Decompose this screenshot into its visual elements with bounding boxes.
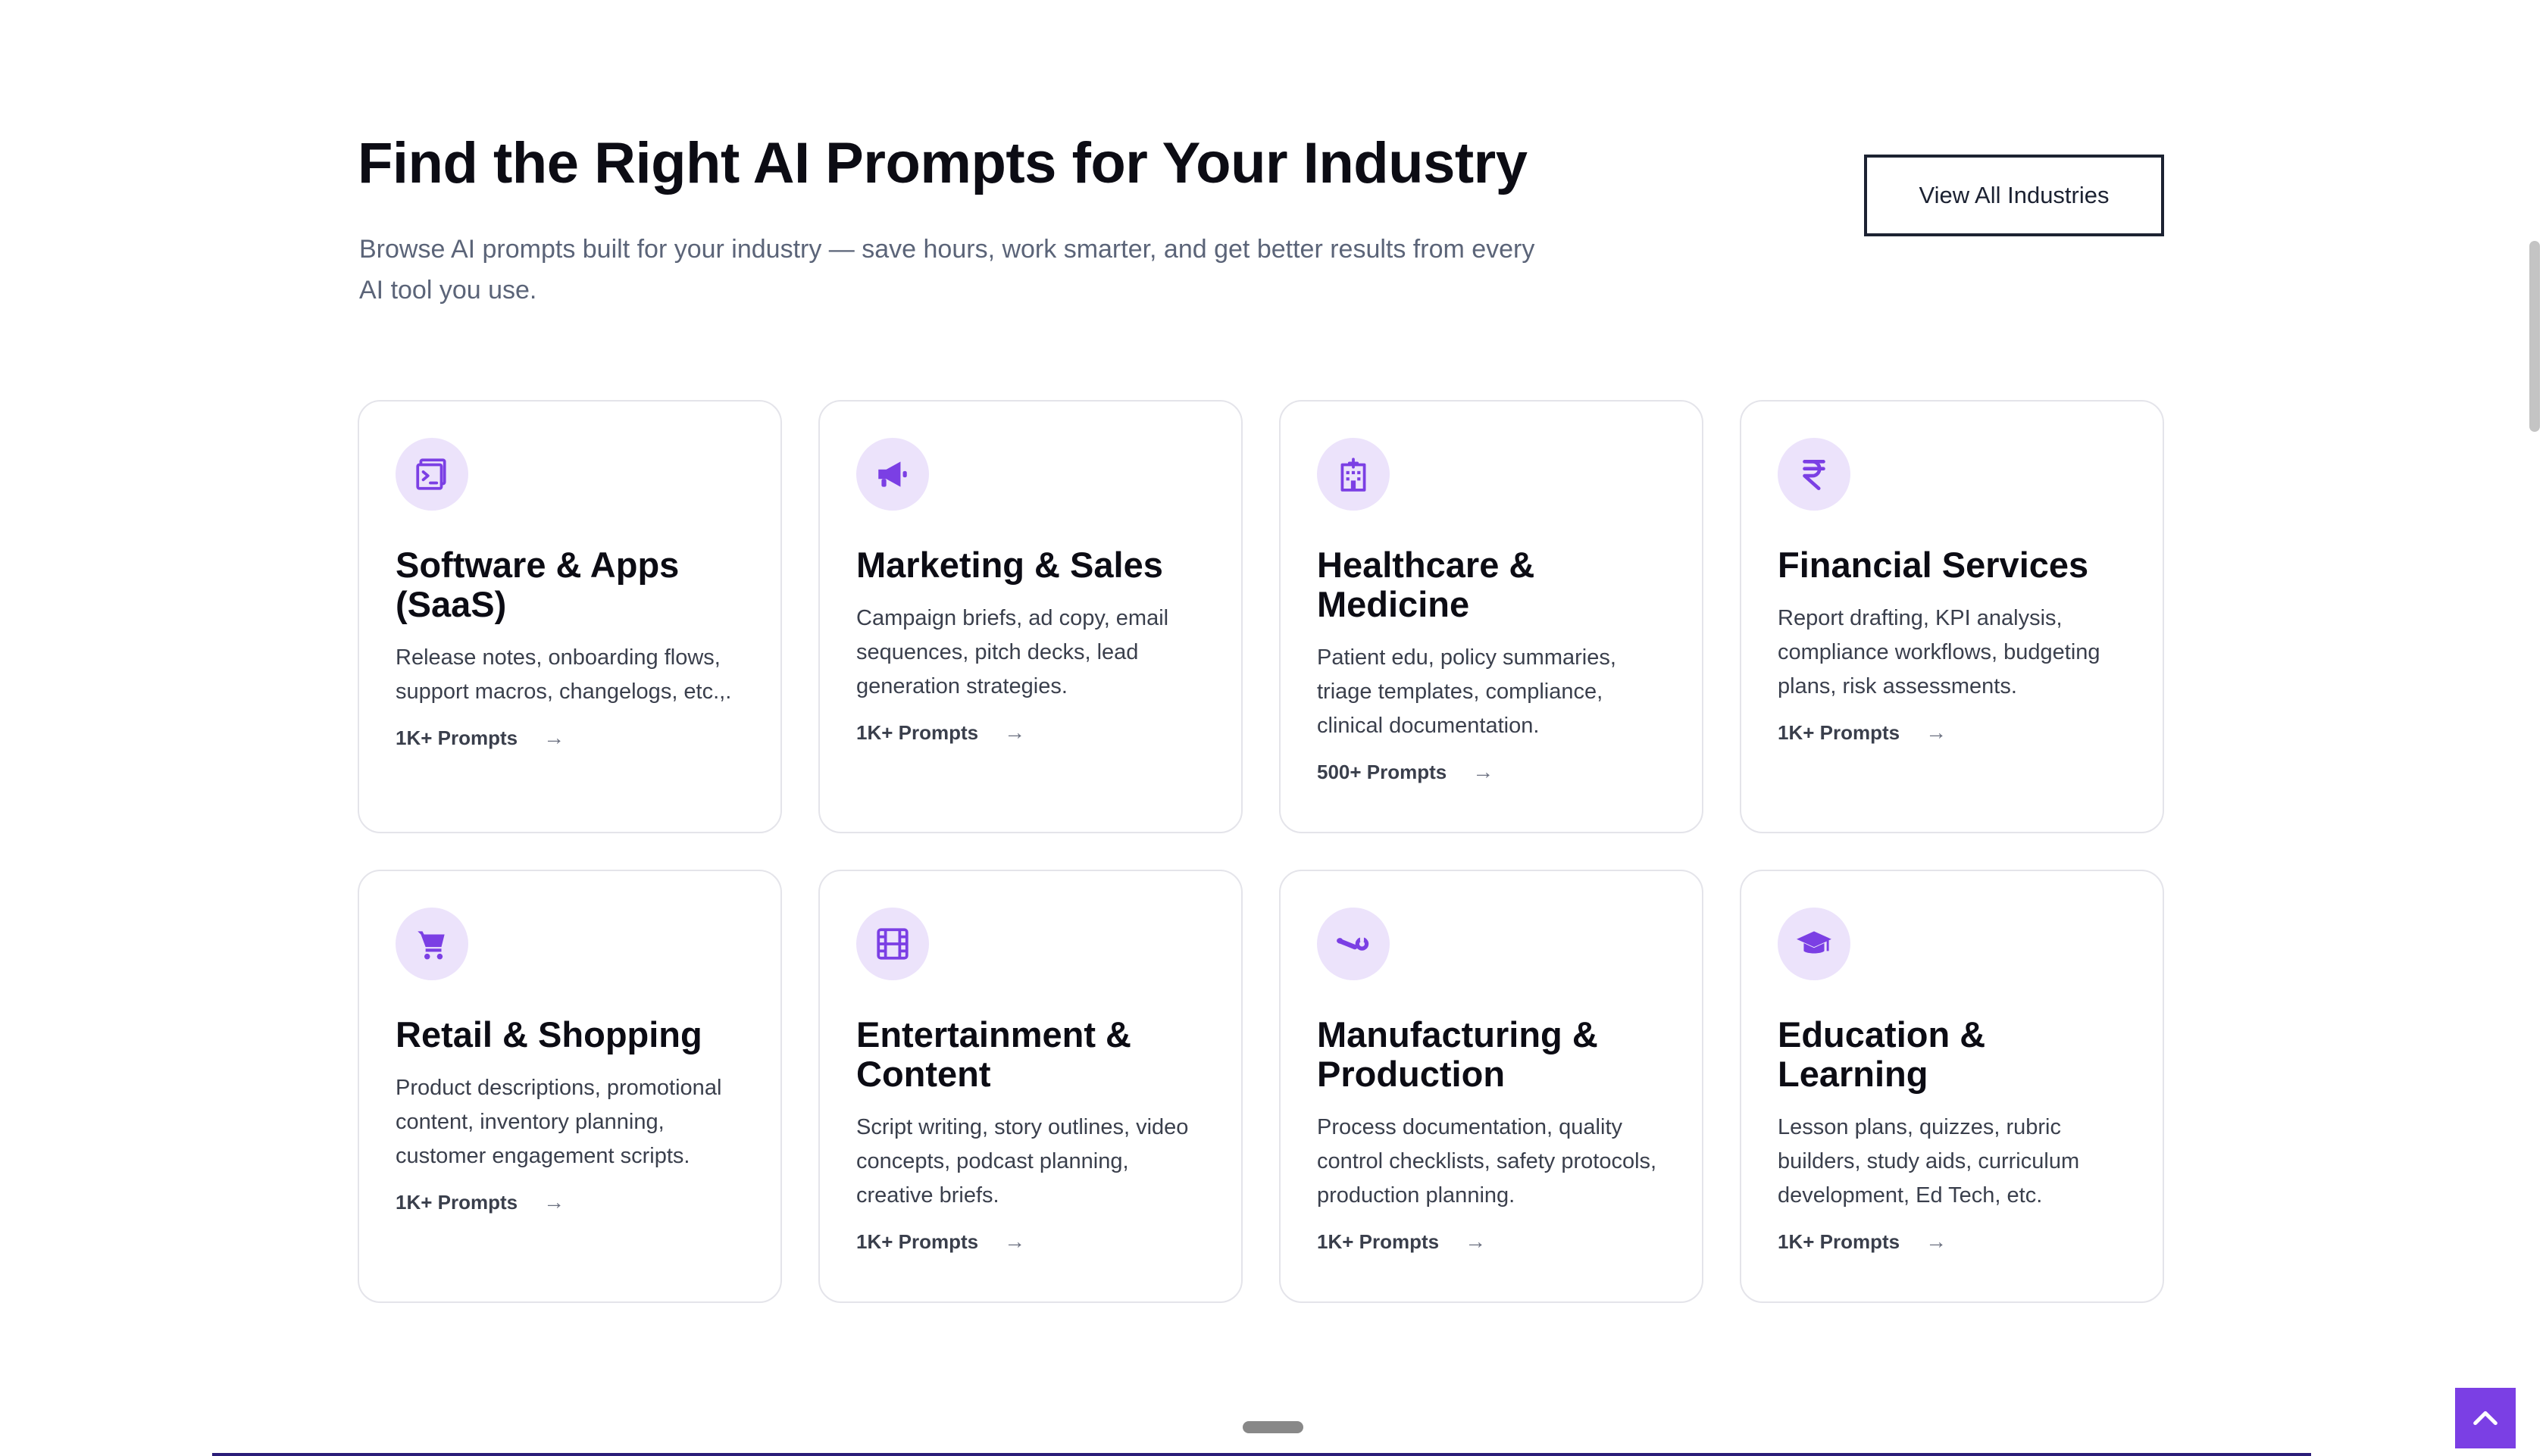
industry-card-healthcare[interactable]: Healthcare & Medicine Patient edu, polic… xyxy=(1279,400,1703,833)
card-title: Entertainment & Content xyxy=(856,1014,1131,1094)
wrench-icon xyxy=(1317,908,1390,980)
industry-card-software[interactable]: Software & Apps (SaaS) Release notes, on… xyxy=(358,400,782,833)
view-all-industries-button[interactable]: View All Industries xyxy=(1864,155,2164,236)
megaphone-icon xyxy=(856,438,929,511)
prompts-count: 500+ Prompts xyxy=(1317,760,1447,783)
card-title: Manufacturing & Production xyxy=(1317,1014,1598,1094)
carousel-indicator[interactable] xyxy=(1243,1421,1303,1433)
shopping-cart-icon xyxy=(396,908,468,980)
film-strip-icon xyxy=(856,908,929,980)
card-title: Retail & Shopping xyxy=(396,1014,702,1055)
prompts-link[interactable]: 500+ Prompts → xyxy=(1317,760,1494,784)
arrow-right-icon: → xyxy=(1925,1229,1947,1253)
prompts-link[interactable]: 1K+ Prompts → xyxy=(1778,720,1947,745)
back-to-top-button[interactable] xyxy=(2455,1388,2516,1448)
prompts-link[interactable]: 1K+ Prompts → xyxy=(396,1190,565,1214)
prompts-count: 1K+ Prompts xyxy=(856,720,979,744)
card-description: Report drafting, KPI analysis, complianc… xyxy=(1778,606,2100,698)
prompts-count: 1K+ Prompts xyxy=(396,1190,518,1214)
arrow-right-icon: → xyxy=(1925,720,1947,744)
prompts-link[interactable]: 1K+ Prompts → xyxy=(1778,1229,1947,1254)
prompts-link[interactable]: 1K+ Prompts → xyxy=(856,1229,1025,1254)
card-description: Lesson plans, quizzes, rubric builders, … xyxy=(1778,1115,2080,1208)
card-title: Financial Services xyxy=(1778,545,2089,585)
arrow-right-icon: → xyxy=(543,1190,565,1214)
prompts-link[interactable]: 1K+ Prompts → xyxy=(856,720,1025,745)
arrow-right-icon: → xyxy=(543,726,565,749)
footer-divider xyxy=(212,1453,2311,1456)
prompts-count: 1K+ Prompts xyxy=(1317,1229,1440,1253)
vertical-scrollbar[interactable] xyxy=(2523,0,2546,1456)
industry-grid: Software & Apps (SaaS) Release notes, on… xyxy=(358,400,2166,1303)
graduation-cap-icon xyxy=(1778,908,1850,980)
chevron-up-icon xyxy=(2473,1411,2498,1426)
arrow-right-icon: → xyxy=(1465,1229,1487,1253)
prompts-link[interactable]: 1K+ Prompts → xyxy=(396,726,565,750)
arrow-right-icon: → xyxy=(1004,720,1026,744)
card-title: Software & Apps (SaaS) xyxy=(396,545,680,624)
section-title: Find the Right AI Prompts for Your Indus… xyxy=(358,131,1528,195)
arrow-right-icon: → xyxy=(1004,1229,1026,1253)
card-description: Process documentation, quality control c… xyxy=(1317,1115,1657,1208)
hospital-building-icon xyxy=(1317,438,1390,511)
card-title: Healthcare & Medicine xyxy=(1317,545,1535,624)
card-description: Campaign briefs, ad copy, email sequence… xyxy=(856,606,1169,698)
card-title: Education & Learning xyxy=(1778,1014,1986,1094)
industry-card-retail[interactable]: Retail & Shopping Product descriptions, … xyxy=(358,870,782,1303)
card-description: Patient edu, policy summaries, triage te… xyxy=(1317,645,1616,738)
card-description: Script writing, story outlines, video co… xyxy=(856,1115,1189,1208)
section-subtitle: Browse AI prompts built for your industr… xyxy=(359,235,1535,305)
prompts-count: 1K+ Prompts xyxy=(856,1229,979,1253)
rupee-icon xyxy=(1778,438,1850,511)
industry-card-financial[interactable]: Financial Services Report drafting, KPI … xyxy=(1740,400,2164,833)
prompts-count: 1K+ Prompts xyxy=(1778,720,1900,744)
prompts-count: 1K+ Prompts xyxy=(1778,1229,1900,1253)
prompts-count: 1K+ Prompts xyxy=(396,726,518,749)
industry-card-education[interactable]: Education & Learning Lesson plans, quizz… xyxy=(1740,870,2164,1303)
card-title: Marketing & Sales xyxy=(856,545,1163,585)
arrow-right-icon: → xyxy=(1472,760,1494,783)
scrollbar-thumb[interactable] xyxy=(2529,241,2540,432)
industry-card-manufacturing[interactable]: Manufacturing & Production Process docum… xyxy=(1279,870,1703,1303)
terminal-window-icon xyxy=(396,438,468,511)
card-description: Release notes, onboarding flows, support… xyxy=(396,645,732,704)
card-description: Product descriptions, promotional conten… xyxy=(396,1076,722,1168)
prompts-link[interactable]: 1K+ Prompts → xyxy=(1317,1229,1486,1254)
industry-card-entertainment[interactable]: Entertainment & Content Script writing, … xyxy=(818,870,1243,1303)
industry-card-marketing[interactable]: Marketing & Sales Campaign briefs, ad co… xyxy=(818,400,1243,833)
